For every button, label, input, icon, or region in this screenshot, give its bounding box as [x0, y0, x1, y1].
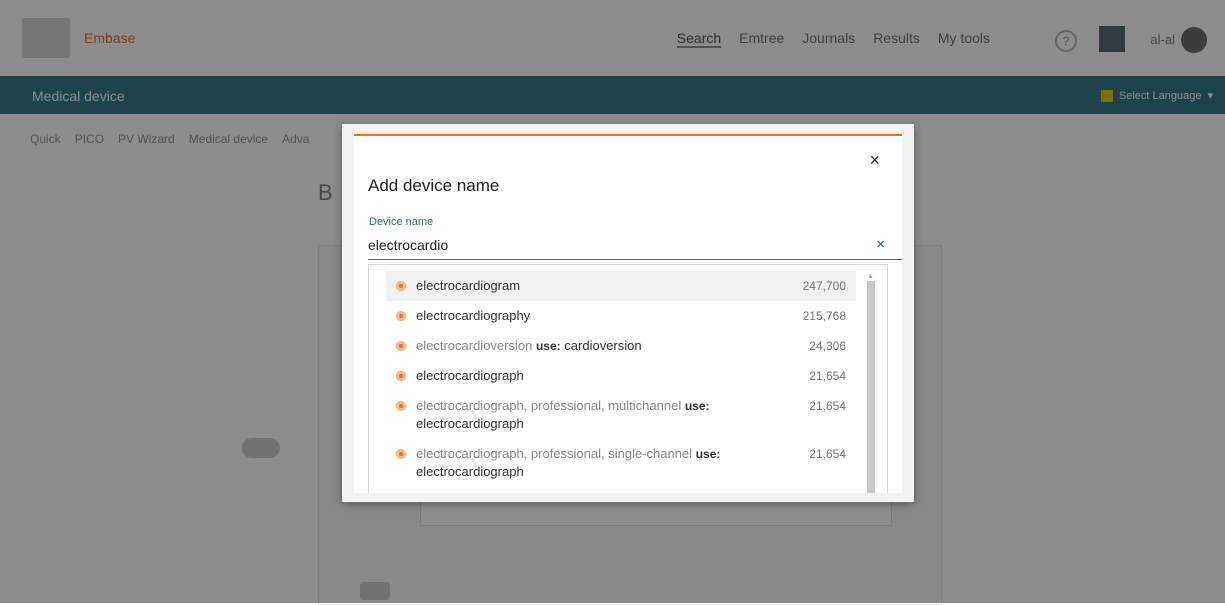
emtree-term-icon — [396, 341, 406, 351]
suggestion-item[interactable]: electrocardiography 215,768 — [386, 301, 856, 331]
suggestion-item[interactable]: electrocardioversion use: cardioversion 2… — [386, 331, 856, 361]
suggestion-count: 21,654 — [809, 399, 846, 413]
preferred-term: electrocardiograph — [416, 416, 524, 431]
add-device-modal: × Add device name Device name × electroc… — [342, 124, 914, 502]
suggestion-left: electrocardiography — [396, 307, 530, 325]
suggestion-text: electrocardiograph, professional, single… — [416, 445, 798, 481]
suggestion-count: 215,768 — [802, 309, 846, 323]
suggestion-text: electrocardiograph, professional, multic… — [416, 397, 798, 433]
suggestion-count: 24,306 — [809, 339, 846, 353]
scrollbar-thumb[interactable] — [867, 281, 875, 493]
suggestion-term: electrocardiogram — [416, 278, 521, 293]
suggestion-term: electrocardiograph — [416, 368, 524, 383]
suggestion-term: electrocardiograph, professional, single… — [416, 446, 693, 461]
suggestion-left: electrocardioversion use: cardioversion — [396, 337, 642, 355]
suggestion-item[interactable]: electrocardiograph, professional, single… — [386, 439, 856, 487]
clear-input-icon[interactable]: × — [876, 236, 885, 253]
suggestion-left: electrocardiograph, professional, multic… — [396, 397, 798, 433]
use-label: use: — [684, 399, 710, 413]
suggestion-left: electrocardiogram — [396, 277, 520, 295]
scrollbar[interactable]: ▲ — [867, 273, 875, 493]
preferred-term: cardioversion — [564, 338, 642, 353]
suggestion-dropdown: electrocardiogram 247,700 electrocardiogra… — [368, 264, 888, 493]
emtree-term-icon — [396, 371, 406, 381]
device-name-input[interactable] — [368, 231, 902, 260]
suggestion-text: electrocardiogram — [416, 277, 520, 295]
emtree-term-icon — [396, 281, 406, 291]
scroll-up-icon[interactable]: ▲ — [867, 273, 874, 280]
suggestion-list: electrocardiogram 247,700 electrocardiogra… — [386, 271, 856, 487]
suggestion-count: 247,700 — [802, 279, 846, 293]
suggestion-term: electrocardioversion — [416, 338, 533, 353]
suggestion-count: 21,654 — [809, 447, 846, 461]
emtree-term-icon — [396, 449, 406, 459]
modal-title: Add device name — [368, 176, 500, 195]
modal-body: × Add device name Device name × electroc… — [354, 134, 902, 493]
suggestion-left: electrocardiograph, professional, single… — [396, 445, 798, 481]
emtree-term-icon — [396, 401, 406, 411]
suggestion-left: electrocardiograph — [396, 367, 524, 385]
suggestion-count: 21,654 — [809, 369, 846, 383]
close-icon[interactable]: × — [869, 150, 880, 171]
device-name-label: Device name — [369, 216, 434, 228]
suggestion-text: electrocardiography — [416, 307, 530, 325]
suggestion-text: electrocardiograph — [416, 367, 524, 385]
suggestion-text: electrocardioversion use: cardioversion — [416, 337, 642, 355]
suggestion-item[interactable]: electrocardiograph, professional, multic… — [386, 391, 856, 439]
emtree-term-icon — [396, 311, 406, 321]
suggestion-term: electrocardiograph, professional, multic… — [416, 398, 682, 413]
suggestion-term: electrocardiography — [416, 308, 531, 323]
suggestion-item[interactable]: electrocardiogram 247,700 — [386, 271, 856, 301]
use-label: use: — [535, 339, 561, 353]
preferred-term: electrocardiograph — [416, 464, 524, 479]
use-label: use: — [695, 447, 721, 461]
suggestion-item[interactable]: electrocardiograph 21,654 — [386, 361, 856, 391]
